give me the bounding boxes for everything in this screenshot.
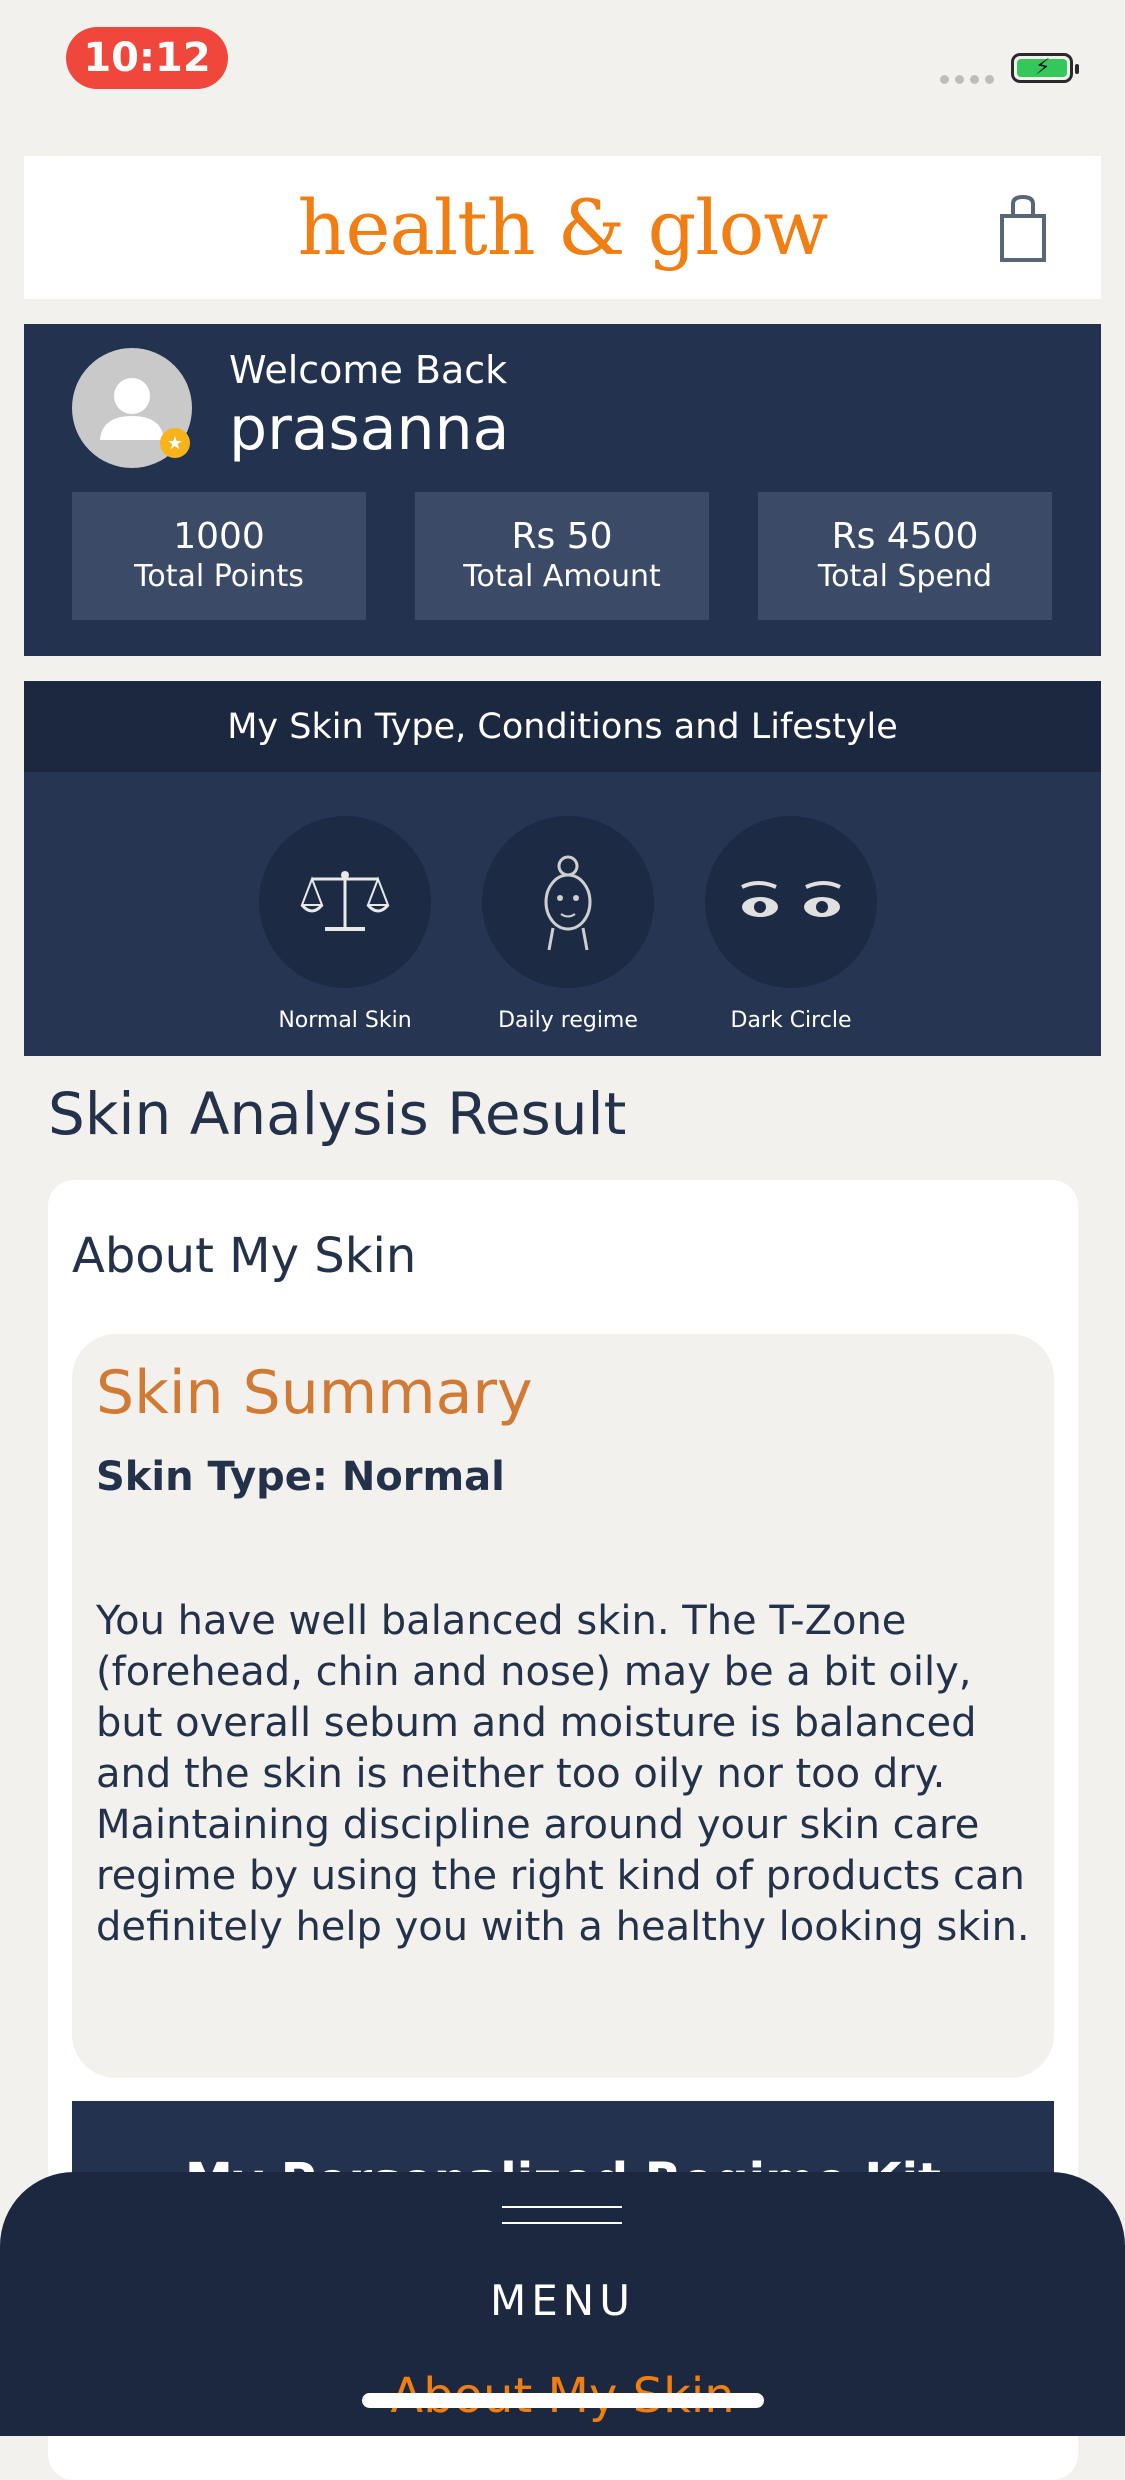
home-indicator[interactable] <box>362 2393 764 2408</box>
status-time: 10:12 <box>66 27 228 89</box>
summary-text: You have well balanced skin. The T-Zone … <box>96 1598 1030 1950</box>
condition-label: Daily regime <box>498 1008 638 1033</box>
stat-total-spend: Rs 4500 Total Spend <box>758 492 1052 620</box>
menu-label: MENU <box>490 2276 635 2325</box>
skin-type: Skin Type: Normal <box>96 1454 505 1500</box>
drag-handle-icon[interactable] <box>502 2206 622 2238</box>
eyes-icon <box>741 881 841 917</box>
summary-title: Skin Summary <box>96 1358 533 1428</box>
shopping-bag-icon[interactable] <box>998 194 1048 264</box>
star-badge-icon: ★ <box>160 428 190 458</box>
battery-icon: ⚡ <box>1011 53 1079 83</box>
about-title: About My Skin <box>72 1228 417 1284</box>
conditions-panel: Normal Skin Daily regime Dark Circle <box>24 772 1101 1056</box>
signal-icon <box>940 75 994 84</box>
section-title: Skin Analysis Result <box>48 1080 627 1148</box>
stat-total-points: 1000 Total Points <box>72 492 366 620</box>
welcome-text: Welcome Back <box>229 348 508 392</box>
face-icon <box>544 855 592 951</box>
conditions-heading: My Skin Type, Conditions and Lifestyle <box>24 681 1101 772</box>
stat-value: Rs 50 <box>511 516 613 557</box>
brand-logo[interactable]: health & glow <box>24 156 1101 299</box>
user-name: prasanna <box>229 394 510 464</box>
stat-label: Total Amount <box>463 559 661 594</box>
balance-scale-icon <box>300 871 390 931</box>
stat-value: Rs 4500 <box>831 516 979 557</box>
skin-summary-box: Skin Summary Skin Type: Normal You have … <box>72 1334 1054 2078</box>
condition-label: Normal Skin <box>278 1008 412 1033</box>
condition-daily-regime[interactable]: Daily regime <box>478 816 658 1033</box>
stat-value: 1000 <box>173 516 265 557</box>
profile-card: ★ Welcome Back prasanna 1000 Total Point… <box>24 324 1101 656</box>
condition-dark-circle[interactable]: Dark Circle <box>701 816 881 1033</box>
stat-label: Total Points <box>134 559 304 594</box>
stat-total-amount: Rs 50 Total Amount <box>415 492 709 620</box>
stat-label: Total Spend <box>817 559 993 594</box>
condition-normal-skin[interactable]: Normal Skin <box>255 816 435 1033</box>
condition-label: Dark Circle <box>730 1008 852 1033</box>
app-header: health & glow <box>24 156 1101 299</box>
